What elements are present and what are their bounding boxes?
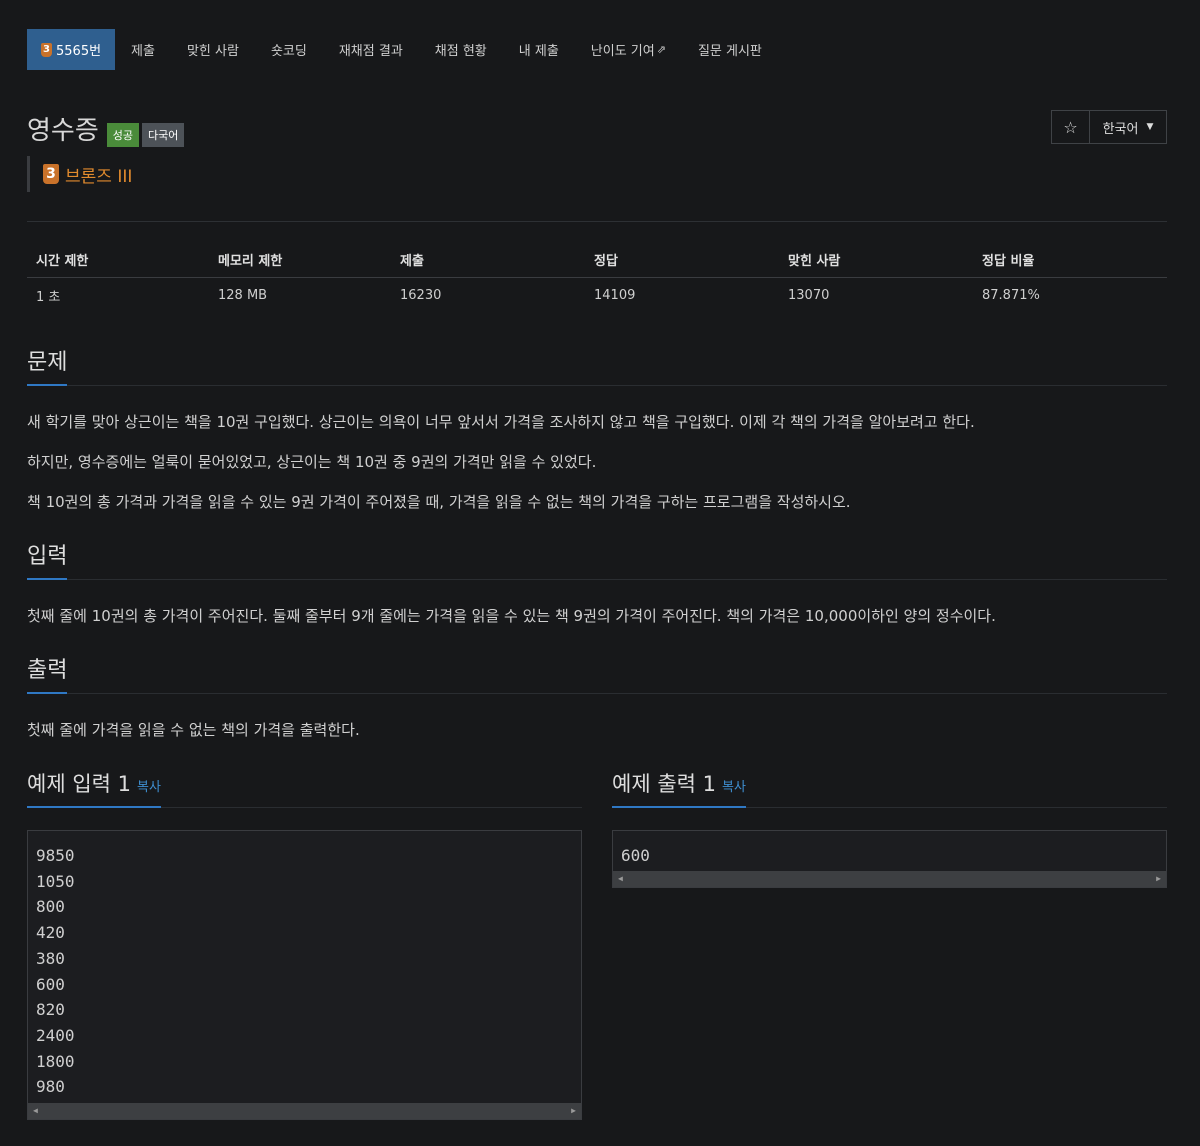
title-actions: ☆ 한국어 ▼ [1051,110,1167,144]
divider [27,221,1167,222]
problem-paragraph: 하지만, 영수증에는 얼룩이 묻어있었고, 상근이는 책 10권 중 9권의 가… [27,453,597,471]
bronze-tier-icon: 3 [43,164,59,184]
input-section-header: 입력 [27,538,1167,580]
problem-section-title: 문제 [27,344,68,386]
sample-input-title-text: 예제 입력 1 [27,772,131,796]
tab-problem[interactable]: 3 5565번 [27,29,116,70]
sample-input-lines: 9850 1050 800 420 380 600 820 2400 1800 … [28,831,581,1100]
accept-ratio-cell: 87.871% [982,287,1040,303]
input-description: 첫째 줄에 10권의 총 가격이 주어진다. 둘째 줄부터 9개 줄에는 가격을… [27,607,996,625]
problem-paragraph: 책 10권의 총 가격과 가격을 읽을 수 있는 9권 가격이 주어졌을 때, … [27,493,851,511]
table-header-row: 시간 제한 메모리 제한 제출 정답 맞힌 사람 정답 비율 [27,243,1167,278]
tier-info[interactable]: 3 브론즈 III [27,156,132,192]
table-row: 1 초 128 MB 16230 14109 13070 87.871% [27,277,1167,313]
horizontal-scrollbar[interactable]: ◀ ▶ [613,871,1166,887]
sample-line: 800 [36,897,65,917]
tier-name: 브론즈 III [65,166,133,187]
column-header: 맞힌 사람 [779,243,973,278]
output-section-title: 출력 [27,652,68,694]
column-header: 정답 [585,243,779,278]
tab-rejudge-results[interactable]: 재채점 결과 [323,29,419,70]
status-badge-multilang: 다국어 [142,122,185,147]
input-section-title: 입력 [27,538,68,580]
tab-judge-status[interactable]: 채점 현황 [419,29,503,70]
scroll-left-icon[interactable]: ◀ [618,874,623,883]
tab-short-coding[interactable]: 숏코딩 [255,29,323,70]
page-title: 영수증 [27,116,99,146]
scroll-right-icon[interactable]: ▶ [1156,874,1161,883]
time-limit-cell: 1 초 [36,289,61,305]
tab-submit[interactable]: 제출 [115,29,171,70]
sample-line: 820 [36,1000,65,1020]
sample-output-lines: 600 [613,831,1166,869]
output-description: 첫째 줄에 가격을 읽을 수 없는 책의 가격을 출력한다. [27,721,360,739]
sample-line: 1800 [36,1051,75,1071]
tab-solved-users[interactable]: 맞힌 사람 [171,29,255,70]
sample-line: 600 [621,846,650,865]
caret-down-icon: ▼ [1146,122,1154,132]
output-section-header: 출력 [27,652,1167,694]
status-badge-success: 성공 [106,122,140,147]
tab-difficulty-label: 난이도 기여 [590,44,655,59]
language-label: 한국어 [1102,121,1139,137]
external-link-icon: ⇗ [656,43,666,56]
copy-sample-input-link[interactable]: 복사 [137,780,161,795]
star-button[interactable]: ☆ [1052,111,1090,143]
sample-output-title-text: 예제 출력 1 [612,772,716,796]
horizontal-scrollbar[interactable]: ◀ ▶ [28,1103,581,1119]
sample-line: 2400 [36,1025,75,1045]
scroll-left-icon[interactable]: ◀ [33,1106,38,1115]
column-header: 정답 비율 [973,243,1167,278]
sample-line: 1050 [36,871,75,891]
language-select[interactable]: 한국어 ▼ [1090,111,1166,143]
problem-nav-tabs: 3 5565번 제출 맞힌 사람 숏코딩 재채점 결과 채점 현황 내 제출 난… [27,29,778,70]
problem-paragraph: 새 학기를 맞아 상근이는 책을 10권 구입했다. 상근이는 의욕이 너무 앞… [27,413,975,431]
sample-input-title: 예제 입력 1 복사 [27,768,161,808]
sample-line: 600 [36,974,65,994]
column-header: 시간 제한 [27,243,209,278]
memory-limit-cell: 128 MB [218,287,268,303]
column-header: 메모리 제한 [209,243,391,278]
tab-question-board[interactable]: 질문 게시판 [682,29,778,70]
column-header: 제출 [391,243,585,278]
problem-title-row: 영수증 성공 다국어 [27,110,187,147]
accepted-cell: 14109 [594,287,636,303]
submissions-cell: 16230 [400,287,442,303]
copy-sample-output-link[interactable]: 복사 [722,780,746,795]
sample-input-box[interactable]: 9850 1050 800 420 380 600 820 2400 1800 … [27,830,582,1120]
sample-input-header: 예제 입력 1 복사 [27,768,582,808]
sample-line: 980 [36,1077,65,1097]
sample-output-title: 예제 출력 1 복사 [612,768,746,808]
star-icon: ☆ [1063,117,1078,137]
tab-problem-label: 5565번 [56,44,102,59]
problem-info-table: 시간 제한 메모리 제한 제출 정답 맞힌 사람 정답 비율 1 초 128 M… [27,243,1167,313]
sample-line: 9850 [36,846,75,865]
scroll-right-icon[interactable]: ▶ [571,1106,576,1115]
problem-section-header: 문제 [27,344,1167,386]
tab-my-submissions[interactable]: 내 제출 [503,29,575,70]
sample-line: 380 [36,948,65,968]
solved-users-cell: 13070 [788,287,830,303]
sample-line: 420 [36,923,65,943]
bronze-tier-icon: 3 [41,42,52,57]
tab-difficulty-contribute[interactable]: 난이도 기여 ⇗ [575,29,682,70]
sample-output-box[interactable]: 600 ◀ ▶ [612,830,1167,888]
sample-output-header: 예제 출력 1 복사 [612,768,1167,808]
